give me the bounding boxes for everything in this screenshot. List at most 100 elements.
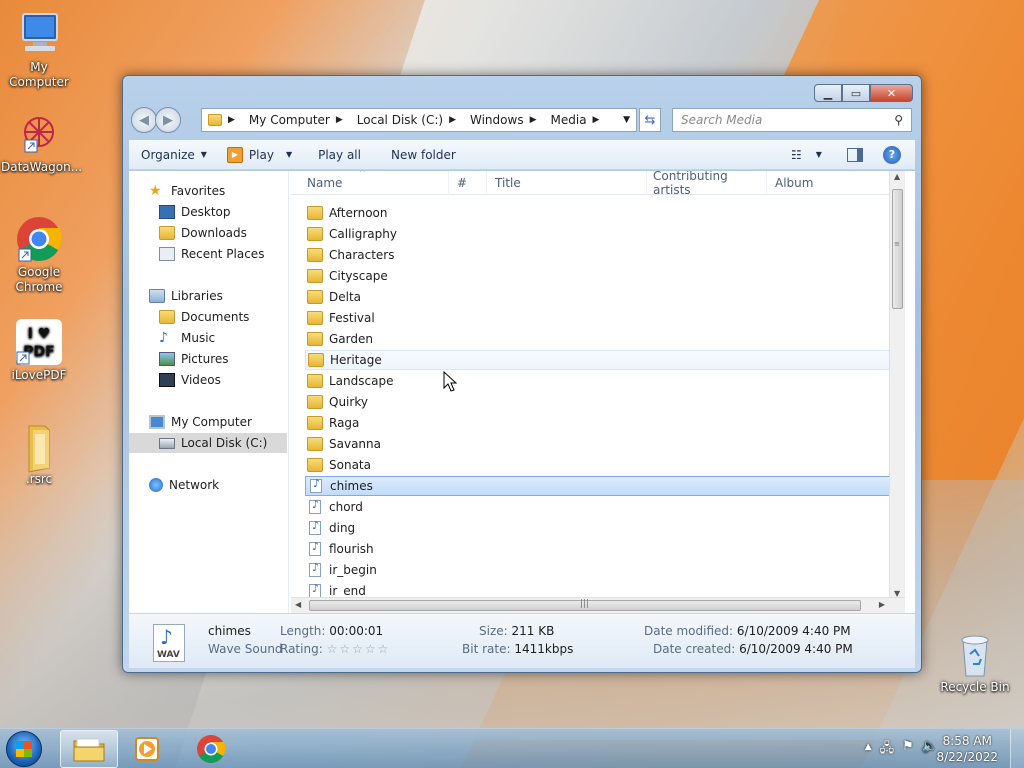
details-pane: ♪ WAV chimes Wave Sound Length: 00:00:01… bbox=[129, 613, 915, 668]
show-desktop-button[interactable] bbox=[1010, 729, 1024, 768]
address-dropdown-icon[interactable]: ▼ bbox=[623, 115, 630, 125]
start-button[interactable] bbox=[6, 731, 42, 767]
scroll-up-icon[interactable]: ▲ bbox=[894, 172, 900, 181]
list-item-name: flourish bbox=[329, 542, 374, 556]
organize-button[interactable]: Organize ▼ bbox=[129, 140, 217, 169]
new-folder-button[interactable]: New folder bbox=[371, 140, 466, 169]
preview-pane-button[interactable] bbox=[837, 140, 873, 169]
horizontal-scroll-thumb[interactable]: ||| bbox=[309, 599, 861, 611]
help-button[interactable]: ? bbox=[873, 140, 911, 169]
list-item[interactable]: Landscape bbox=[305, 371, 897, 391]
breadcrumb-local-disk[interactable]: Local Disk (C:) ▶ bbox=[357, 113, 464, 127]
list-item[interactable]: Delta bbox=[305, 287, 897, 307]
close-button[interactable]: ✕ bbox=[870, 84, 913, 102]
address-bar[interactable]: ▶ My Computer ▶ Local Disk (C:) ▶ Windows ▶… bbox=[201, 108, 637, 132]
folder-icon bbox=[308, 353, 324, 367]
desktop-icon-datawagon[interactable]: DataWagon... bbox=[1, 110, 82, 175]
nav-documents[interactable]: Documents bbox=[129, 307, 287, 327]
nav-desktop[interactable]: Desktop bbox=[129, 202, 287, 222]
desktop-icon-recycle-bin[interactable]: Recycle Bin bbox=[937, 630, 1013, 695]
list-item[interactable]: chord bbox=[305, 497, 897, 517]
desktop-icon-my-computer[interactable]: My Computer bbox=[1, 10, 77, 90]
details-rating[interactable]: Rating: ☆☆☆☆☆ bbox=[280, 642, 390, 656]
nav-downloads[interactable]: Downloads bbox=[129, 223, 287, 243]
nav-videos[interactable]: Videos bbox=[129, 370, 287, 390]
audio-file-icon bbox=[309, 498, 321, 514]
list-item[interactable]: Characters bbox=[305, 245, 897, 265]
list-item[interactable]: Cityscape bbox=[305, 266, 897, 286]
details-bitrate: Bit rate: 1411kbps bbox=[462, 642, 574, 656]
system-clock[interactable]: 8:58 AM 8/22/2022 bbox=[936, 733, 998, 765]
vertical-scroll-thumb[interactable]: ≡ bbox=[892, 189, 903, 309]
play-all-button[interactable]: Play all bbox=[302, 140, 371, 169]
scroll-left-icon[interactable]: ◀ bbox=[295, 600, 301, 609]
forward-button[interactable]: ▶ bbox=[155, 107, 181, 133]
audio-file-icon bbox=[310, 477, 322, 493]
view-options-button[interactable]: ☷ ▼ bbox=[781, 140, 832, 169]
action-center-flag-icon[interactable]: ⚑ bbox=[902, 739, 914, 761]
list-item-name: Cityscape bbox=[329, 269, 388, 283]
list-item[interactable]: ir_begin bbox=[305, 560, 897, 580]
play-icon: ▶ bbox=[226, 146, 243, 163]
list-item[interactable]: chimes bbox=[305, 476, 897, 496]
column-contributing-artists[interactable]: Contributing artists bbox=[647, 171, 767, 197]
taskbar-chrome[interactable] bbox=[182, 730, 240, 768]
folder-icon bbox=[307, 248, 323, 262]
network-status-icon[interactable]: 🖧 bbox=[880, 739, 895, 761]
list-item[interactable]: Raga bbox=[305, 413, 897, 433]
nav-my-computer[interactable]: My Computer bbox=[129, 412, 287, 432]
desktop-icon-ilovepdf[interactable]: I ♥ PDF iLovePDF bbox=[1, 318, 77, 383]
list-item[interactable]: ding bbox=[305, 518, 897, 538]
horizontal-scrollbar[interactable]: ◀ ||| ▶ bbox=[291, 597, 905, 613]
back-button[interactable]: ◀ bbox=[131, 107, 157, 133]
list-item[interactable]: Festival bbox=[305, 308, 897, 328]
list-item[interactable]: Heritage bbox=[305, 350, 897, 370]
nav-network[interactable]: Network bbox=[129, 475, 287, 495]
list-item[interactable]: flourish bbox=[305, 539, 897, 559]
breadcrumb-media[interactable]: Media ▶ bbox=[551, 113, 608, 127]
search-input[interactable]: Search Media ⚲ bbox=[672, 108, 912, 132]
back-arrow-icon: ◀ bbox=[139, 112, 149, 128]
desktop-icon-label: Recycle Bin bbox=[940, 680, 1010, 694]
nav-local-disk[interactable]: Local Disk (C:) bbox=[129, 433, 287, 453]
vertical-scrollbar[interactable]: ▲ ≡ ▼ bbox=[889, 171, 905, 599]
file-list[interactable]: Name ^ # Title Contributing artists Album… bbox=[291, 171, 905, 613]
list-item-name: Delta bbox=[329, 290, 362, 304]
rating-stars-icon[interactable]: ☆☆☆☆☆ bbox=[327, 642, 391, 656]
refresh-button[interactable]: ⇆ bbox=[639, 108, 661, 132]
list-item[interactable]: Savanna bbox=[305, 434, 897, 454]
nav-pictures[interactable]: Pictures bbox=[129, 349, 287, 369]
column-title[interactable]: Title bbox=[487, 171, 647, 195]
list-item[interactable]: Calligraphy bbox=[305, 224, 897, 244]
breadcrumb-separator[interactable]: ▶ bbox=[228, 115, 243, 125]
explorer-window[interactable]: ▁ ▭ ✕ ◀ ▶ ▶ My Computer ▶ Local Disk (C:)… bbox=[122, 75, 922, 673]
taskbar-media-player[interactable] bbox=[118, 730, 176, 768]
show-hidden-icons-icon[interactable]: ▲ bbox=[865, 742, 872, 761]
command-bar: Organize ▼ ▶ Play ▼ Play all New folder ☷ ▼… bbox=[129, 140, 915, 170]
taskbar-explorer[interactable] bbox=[60, 730, 118, 768]
list-item[interactable]: Afternoon bbox=[305, 203, 897, 223]
nav-libraries[interactable]: Libraries bbox=[129, 286, 287, 306]
maximize-button[interactable]: ▭ bbox=[842, 84, 870, 102]
list-item[interactable]: Sonata bbox=[305, 455, 897, 475]
scroll-right-icon[interactable]: ▶ bbox=[879, 600, 885, 609]
nav-music[interactable]: ♪ Music bbox=[129, 328, 287, 348]
breadcrumb-windows[interactable]: Windows ▶ bbox=[470, 113, 545, 127]
minimize-button[interactable]: ▁ bbox=[814, 84, 842, 102]
clock-date: 8/22/2022 bbox=[936, 750, 998, 764]
desktop-icon bbox=[159, 205, 175, 219]
desktop-icon-google-chrome[interactable]: Google Chrome bbox=[1, 215, 77, 295]
breadcrumb-my-computer[interactable]: My Computer ▶ bbox=[249, 113, 351, 127]
column-album[interactable]: Album bbox=[767, 171, 887, 195]
search-icon: ⚲ bbox=[894, 113, 903, 127]
desktop-icon-label: Google Chrome bbox=[15, 265, 63, 294]
column-name[interactable]: Name ^ bbox=[291, 171, 449, 195]
list-item[interactable]: Quirky bbox=[305, 392, 897, 412]
play-button[interactable]: ▶ Play ▼ bbox=[217, 140, 302, 169]
svg-text:I ♥: I ♥ bbox=[28, 326, 51, 342]
column-number[interactable]: # bbox=[449, 171, 487, 195]
nav-recent-places[interactable]: Recent Places bbox=[129, 244, 287, 264]
list-item[interactable]: Garden bbox=[305, 329, 897, 349]
nav-favorites[interactable]: ★ Favorites bbox=[129, 181, 287, 201]
desktop-icon-rsrc[interactable]: .rsrc bbox=[1, 422, 77, 487]
